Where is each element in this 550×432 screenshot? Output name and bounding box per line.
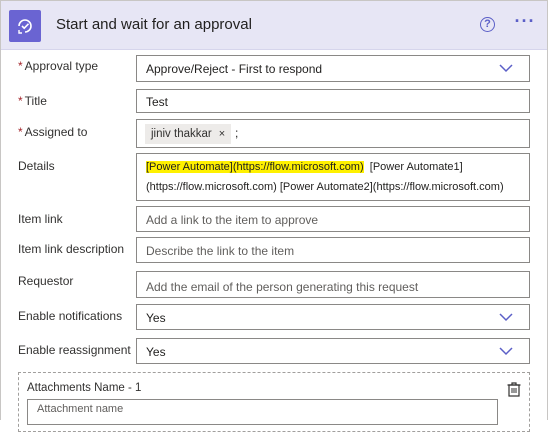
- details-line-2: (https://flow.microsoft.com) [Power Auto…: [146, 181, 504, 193]
- attachment-name-placeholder: Attachment name: [37, 403, 124, 415]
- approval-action-card: Start and wait for an approval ? ··· * Ap…: [0, 0, 548, 432]
- delete-item-icon[interactable]: [506, 381, 522, 397]
- item-link-description-input[interactable]: Describe the link to the item: [136, 237, 530, 263]
- separator: ;: [235, 126, 239, 140]
- required-marker: *: [18, 59, 23, 73]
- chevron-down-icon[interactable]: [499, 346, 513, 356]
- enable-notifications-value: Yes: [146, 311, 166, 325]
- details-textarea[interactable]: [Power Automate](https://flow.microsoft.…: [136, 153, 530, 201]
- requestor-input[interactable]: Add the email of the person generating t…: [136, 271, 530, 298]
- assigned-to-input[interactable]: jiniv thakkar × ;: [136, 119, 530, 148]
- action-header[interactable]: Start and wait for an approval ? ···: [1, 1, 547, 50]
- item-link-input[interactable]: Add a link to the item to approve: [136, 206, 530, 232]
- approval-type-dropdown[interactable]: Approve/Reject - First to respond: [136, 55, 530, 82]
- attachments-name-label: Attachments Name - 1: [27, 382, 142, 394]
- enable-reassignment-label: Enable reassignment: [18, 343, 131, 357]
- details-line-1: [Power Automate](https://flow.microsoft.…: [146, 161, 463, 173]
- requestor-placeholder: Add the email of the person generating t…: [146, 280, 419, 294]
- attachments-array-item: Attachments Name - 1 Attachment name: [18, 372, 530, 432]
- enable-notifications-dropdown[interactable]: Yes: [136, 304, 530, 330]
- more-options-icon[interactable]: ···: [512, 11, 538, 35]
- required-marker: *: [18, 125, 23, 139]
- attachment-name-input[interactable]: Attachment name: [27, 399, 498, 425]
- item-link-description-placeholder: Describe the link to the item: [146, 244, 295, 258]
- remove-tag-icon[interactable]: ×: [219, 124, 225, 144]
- item-link-placeholder: Add a link to the item to approve: [146, 213, 319, 227]
- enable-reassignment-value: Yes: [146, 345, 166, 359]
- assigned-to-label: * Assigned to: [18, 125, 88, 139]
- details-label: Details: [18, 159, 55, 173]
- action-title[interactable]: Start and wait for an approval: [56, 16, 252, 33]
- item-link-label: Item link: [18, 212, 63, 226]
- approval-icon: [9, 10, 41, 42]
- approval-type-value: Approve/Reject - First to respond: [146, 62, 323, 76]
- chevron-down-icon[interactable]: [499, 63, 513, 73]
- title-input[interactable]: Test: [136, 89, 530, 113]
- assignee-name: jiniv thakkar: [151, 128, 212, 140]
- enable-notifications-label: Enable notifications: [18, 309, 123, 323]
- help-icon[interactable]: ?: [480, 17, 495, 32]
- required-marker: *: [18, 94, 23, 108]
- highlighted-link: [Power Automate](https://flow.microsoft.…: [146, 161, 364, 173]
- assignee-tag: jiniv thakkar ×: [145, 124, 232, 144]
- requestor-label: Requestor: [18, 274, 74, 288]
- approval-type-label: * Approval type: [18, 59, 99, 73]
- enable-reassignment-dropdown[interactable]: Yes: [136, 338, 530, 364]
- chevron-down-icon[interactable]: [499, 312, 513, 322]
- title-value: Test: [146, 95, 169, 109]
- title-label: * Title: [18, 94, 47, 108]
- item-link-description-label: Item link description: [18, 242, 125, 256]
